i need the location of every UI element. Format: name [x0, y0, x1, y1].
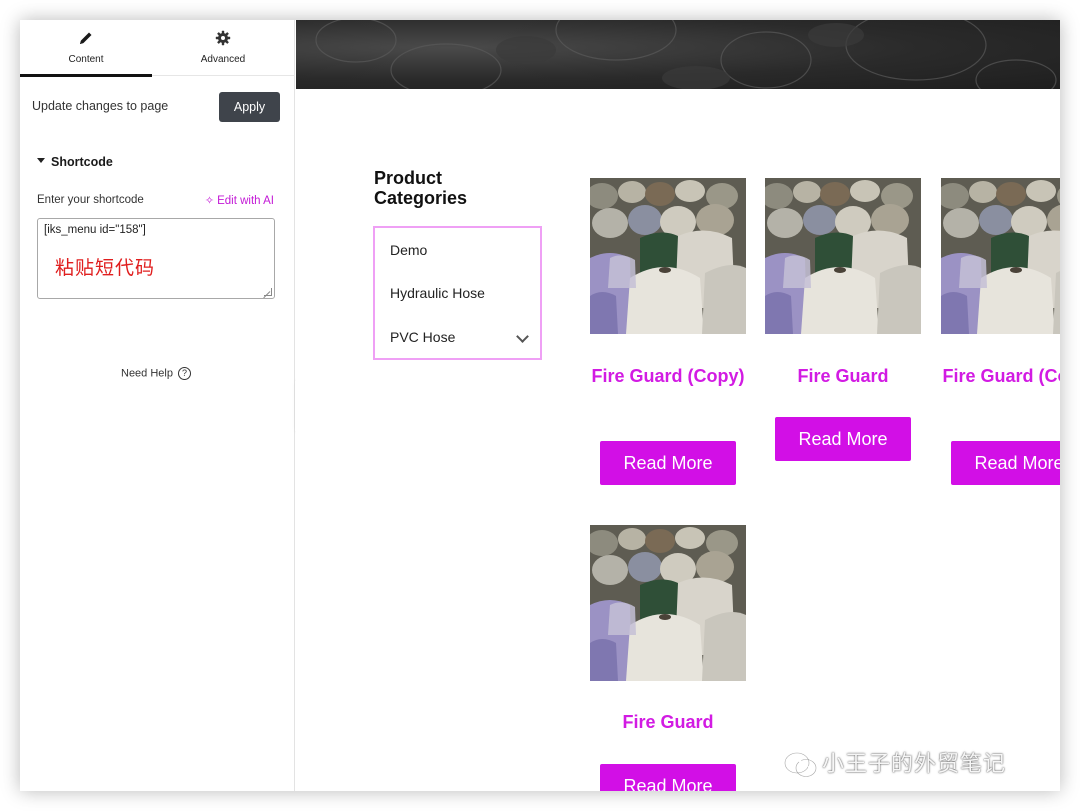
edit-with-ai-link[interactable]: ✧ Edit with AI: [205, 194, 274, 207]
product-image[interactable]: [590, 525, 746, 681]
watermark: 小王子的外贸笔记: [784, 746, 1006, 778]
product-title[interactable]: Fire Guard (Copy): [931, 364, 1060, 388]
hero-background-pattern: [315, 20, 1057, 89]
section-title: Shortcode: [51, 154, 113, 169]
sparkle-icon: ✧: [204, 195, 215, 207]
tab-content-label: Content: [68, 54, 104, 65]
chevron-down-icon[interactable]: [516, 330, 529, 343]
vases-photo: [765, 178, 921, 334]
product-card: Fire Guard Read More: [590, 525, 746, 791]
vases-photo: [941, 178, 1060, 334]
read-more-button[interactable]: Read More: [951, 441, 1060, 485]
watermark-text: 小王子的外贸笔记: [822, 752, 1007, 777]
vases-photo: [590, 178, 746, 334]
apply-button[interactable]: Apply: [219, 92, 280, 122]
product-title[interactable]: Fire Guard: [580, 710, 756, 734]
category-item-demo[interactable]: Demo: [390, 242, 427, 258]
categories-menu: Demo Hydraulic Hose PVC Hose: [373, 226, 542, 360]
read-more-button[interactable]: Read More: [775, 417, 911, 461]
vases-photo: [590, 525, 746, 681]
resize-grip-icon[interactable]: [264, 288, 272, 296]
paste-annotation: 粘贴短代码: [55, 257, 156, 279]
caret-down-icon: [37, 158, 45, 164]
product-image[interactable]: [590, 178, 746, 334]
read-more-button[interactable]: Read More: [600, 764, 736, 791]
panel-tabs: Content Advanced: [20, 20, 295, 77]
update-changes-text: Update changes to page: [32, 99, 169, 113]
product-title[interactable]: Fire Guard: [755, 364, 931, 388]
gear-icon: [215, 30, 231, 46]
section-shortcode-toggle[interactable]: Shortcode: [37, 153, 113, 169]
product-card: Fire Guard Read More: [765, 178, 921, 468]
page-preview: Product Categories Demo Hydraulic Hose P…: [296, 20, 1060, 791]
shortcode-field-label: Enter your shortcode: [37, 194, 144, 206]
category-item-pvc-hose[interactable]: PVC Hose: [390, 329, 455, 345]
read-more-button[interactable]: Read More: [600, 441, 736, 485]
product-title[interactable]: Fire Guard (Copy): [580, 364, 756, 388]
tab-advanced-label: Advanced: [200, 54, 246, 65]
need-help-link[interactable]: Need Help?: [121, 367, 191, 380]
edit-with-ai-label: Edit with AI: [217, 195, 274, 207]
product-card: Fire Guard (Copy) Read More: [941, 178, 1060, 488]
tab-content[interactable]: Content: [20, 20, 152, 77]
editor-panel: Content Advanced Update changes to page …: [20, 20, 295, 791]
hero-banner: [296, 20, 1060, 89]
product-card: Fire Guard (Copy) Read More: [590, 178, 746, 488]
editor-window: Content Advanced Update changes to page …: [20, 20, 1060, 791]
help-circle-icon: ?: [177, 367, 191, 380]
pencil-icon: [80, 32, 92, 44]
product-image[interactable]: [765, 178, 921, 334]
wechat-icon: [784, 752, 817, 777]
update-row: Update changes to page Apply: [20, 90, 295, 124]
need-help-label: Need Help: [121, 367, 173, 380]
shortcode-value: [iks_menu id="158"]: [44, 224, 146, 236]
product-image[interactable]: [941, 178, 1060, 334]
category-item-hydraulic-hose[interactable]: Hydraulic Hose: [390, 285, 485, 301]
product-categories-title: Product Categories: [374, 168, 468, 208]
tab-advanced[interactable]: Advanced: [157, 20, 289, 76]
